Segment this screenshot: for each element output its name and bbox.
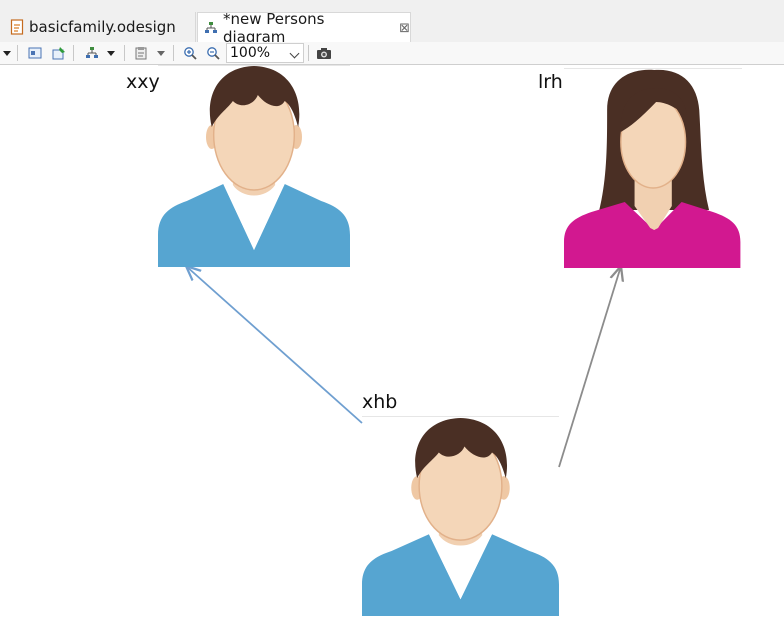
edge-xhb-to-xxy[interactable] (186, 266, 363, 424)
layout-dropdown-icon[interactable] (106, 45, 116, 61)
edge-xhb-to-lrh[interactable] (558, 266, 621, 468)
select-all-icon[interactable] (27, 45, 43, 61)
node-lrh-image[interactable] (563, 69, 742, 269)
diagram-icon (204, 20, 218, 36)
toolbar-separator (17, 45, 18, 61)
pin-icon[interactable] (51, 45, 67, 61)
zoom-in-icon[interactable] (182, 45, 198, 61)
toolbar-separator (173, 45, 174, 61)
toolbar-separator (124, 45, 125, 61)
close-icon[interactable]: ⊠ (399, 21, 410, 36)
tab-new-persons-diagram[interactable]: *new Persons diagram ⊠ (197, 10, 411, 46)
toolbar-separator (73, 45, 74, 61)
diagram-svg (157, 65, 742, 617)
tab-basicfamily-odesign[interactable]: basicfamily.odesign (0, 12, 196, 42)
tab-label: basicfamily.odesign (29, 18, 176, 36)
node-label-lrh[interactable]: lrh (538, 71, 563, 93)
node-xxy-image[interactable] (157, 65, 351, 268)
node-label-xhb[interactable]: xhb (362, 391, 397, 413)
odesign-file-icon (10, 19, 24, 35)
node-xhb-image[interactable] (361, 417, 560, 617)
zoom-combo[interactable]: 100% (226, 43, 304, 63)
diagram-canvas[interactable]: xxy lrh xhb (0, 65, 784, 640)
paste-dropdown-icon[interactable] (156, 45, 166, 61)
editor-tab-bar: basicfamily.odesign *new Persons diagram… (0, 0, 784, 46)
node-xxy-border (158, 65, 350, 66)
tab-label: *new Persons diagram (223, 10, 325, 46)
toolbar-separator (308, 45, 309, 61)
paste-format-icon[interactable] (133, 45, 149, 61)
select-dropdown-icon[interactable] (2, 45, 12, 61)
chevron-down-icon[interactable] (289, 48, 300, 59)
node-lrh-border (564, 68, 742, 69)
diagram-toolbar: 100% (0, 42, 784, 65)
layout-icon[interactable] (84, 45, 100, 61)
zoom-out-icon[interactable] (205, 45, 221, 61)
node-xhb-border (362, 416, 559, 417)
export-image-icon[interactable] (315, 45, 333, 61)
node-label-xxy[interactable]: xxy (126, 71, 160, 93)
zoom-value: 100% (230, 45, 271, 61)
